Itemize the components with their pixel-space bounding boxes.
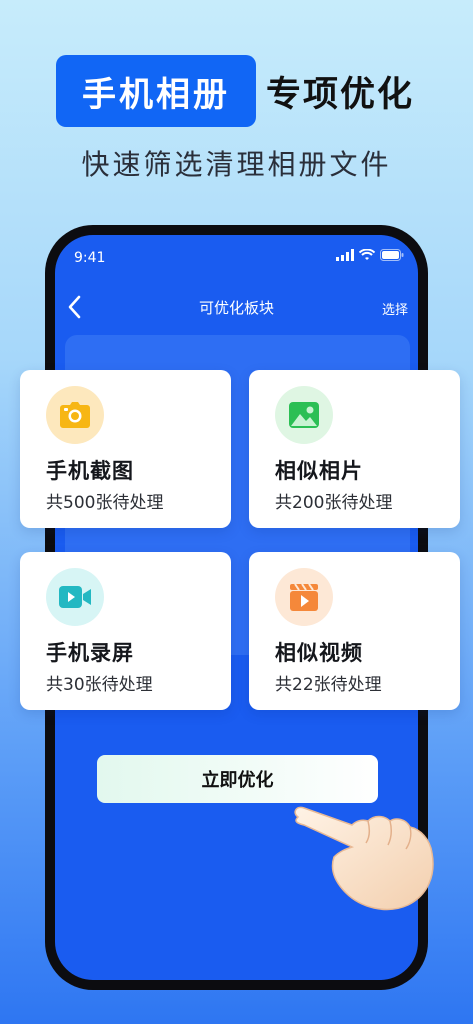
status-icons [336,249,404,261]
card-title: 手机截图 [46,459,134,483]
pointing-hand-icon [294,806,434,911]
nav-bar: 可优化板块 选择 [55,287,418,327]
card-title: 相似相片 [275,459,363,483]
status-time: 9:41 [74,250,106,266]
status-bar: 9:41 [55,235,418,285]
battery-icon [380,249,404,261]
card-screen-recordings[interactable]: 手机录屏 共30张待处理 [20,552,231,710]
card-similar-videos[interactable]: 相似视频 共22张待处理 [249,552,460,710]
signal-icon [336,249,354,261]
card-count: 共22张待处理 [275,675,382,695]
wifi-icon [359,249,375,260]
subheadline: 快速筛选清理相册文件 [81,148,392,181]
card-icon-wrap [275,386,333,444]
select-button[interactable]: 选择 [382,299,408,318]
card-count: 共200张待处理 [275,493,393,513]
card-count: 共500张待处理 [46,493,164,513]
camera-icon [60,402,90,428]
card-icon-wrap [275,568,333,626]
headline-badge: 手机相册 [56,55,256,127]
card-icon-wrap [46,386,104,444]
card-screenshots[interactable]: 手机截图 共500张待处理 [20,370,231,528]
headline-text: 专项优化 [266,74,415,115]
card-count: 共30张待处理 [46,675,153,695]
card-similar-photos[interactable]: 相似相片 共200张待处理 [249,370,460,528]
headline: 手机相册 专项优化 [0,55,473,127]
card-icon-wrap [46,568,104,626]
image-icon [289,402,319,428]
nav-title: 可优化板块 [198,299,274,317]
clapperboard-icon [290,583,318,611]
card-title: 手机录屏 [46,641,134,665]
card-title: 相似视频 [275,641,363,665]
video-camera-icon [59,586,91,608]
